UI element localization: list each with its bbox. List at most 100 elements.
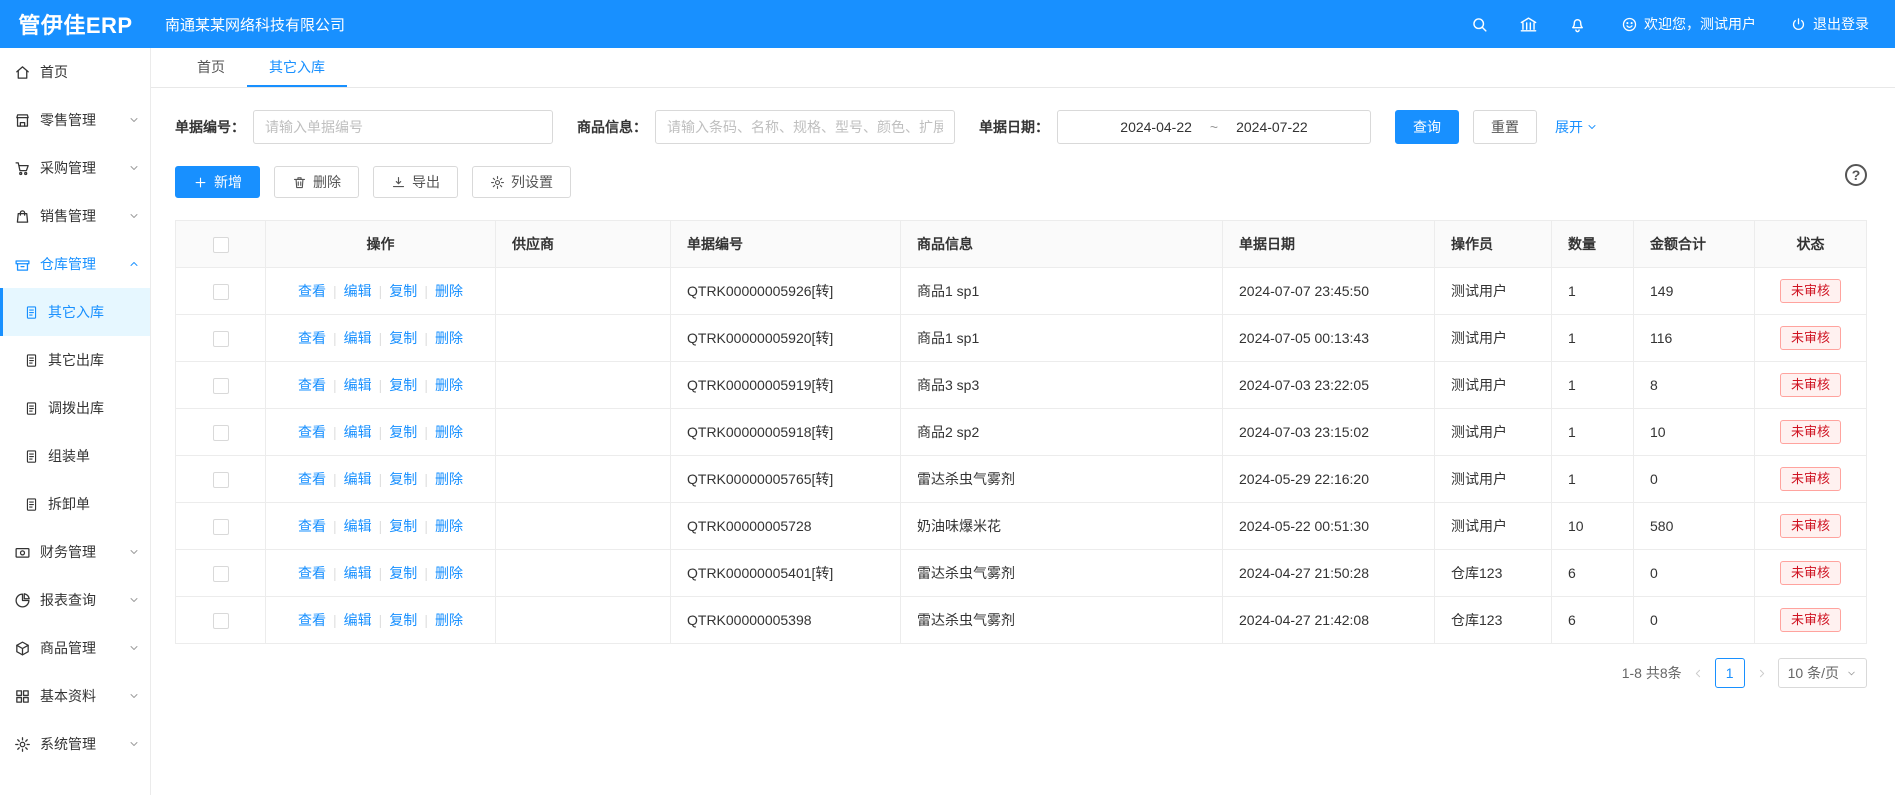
export-button[interactable]: 导出 [373, 166, 458, 198]
sidebar-item-label: 系统管理 [40, 734, 96, 754]
row-action-edit[interactable]: 编辑 [344, 612, 372, 628]
row-checkbox[interactable] [213, 378, 229, 394]
sidebar-subitem-other-out[interactable]: 其它出库 [0, 336, 150, 384]
cell-actions: 查看|编辑|复制|删除 [266, 409, 496, 456]
row-action-view[interactable]: 查看 [298, 377, 326, 393]
row-select-cell [176, 503, 266, 550]
data-table-wrap: 操作供应商单据编号商品信息单据日期操作员数量金额合计状态 查看|编辑|复制|删除… [175, 220, 1867, 644]
row-action-view[interactable]: 查看 [298, 471, 326, 487]
sidebar-item-base[interactable]: 基本资料 [0, 672, 150, 720]
logout-button[interactable]: 退出登录 [1790, 14, 1869, 34]
row-checkbox[interactable] [213, 425, 229, 441]
row-action-edit[interactable]: 编辑 [344, 565, 372, 581]
row-action-delete[interactable]: 删除 [435, 565, 463, 581]
row-checkbox[interactable] [213, 519, 229, 535]
cell-bill-no: QTRK00000005926[转] [671, 268, 901, 315]
page-size-select[interactable]: 10 条/页 [1778, 658, 1867, 688]
row-action-copy[interactable]: 复制 [389, 471, 417, 487]
gear-icon [490, 175, 505, 190]
expand-link[interactable]: 展开 [1555, 117, 1598, 137]
select-all-checkbox[interactable] [213, 237, 229, 253]
row-checkbox[interactable] [213, 613, 229, 629]
row-action-copy[interactable]: 复制 [389, 518, 417, 534]
columns-button[interactable]: 列设置 [472, 166, 571, 198]
row-action-copy[interactable]: 复制 [389, 565, 417, 581]
date-from-value[interactable]: 2024-04-22 [1120, 119, 1192, 135]
row-action-copy[interactable]: 复制 [389, 283, 417, 299]
sidebar-item-finance[interactable]: 财务管理 [0, 528, 150, 576]
row-action-view[interactable]: 查看 [298, 518, 326, 534]
search-button[interactable]: 查询 [1395, 110, 1459, 144]
sidebar-item-label: 采购管理 [40, 158, 96, 178]
row-action-delete[interactable]: 删除 [435, 330, 463, 346]
chevron-down-icon [1846, 668, 1857, 679]
sidebar-item-goods[interactable]: 商品管理 [0, 624, 150, 672]
row-action-delete[interactable]: 删除 [435, 377, 463, 393]
tab-home[interactable]: 首页 [175, 48, 247, 87]
chevron-right-icon[interactable] [1755, 667, 1768, 680]
delete-button[interactable]: 删除 [274, 166, 359, 198]
row-action-edit[interactable]: 编辑 [344, 471, 372, 487]
reset-button[interactable]: 重置 [1473, 110, 1537, 144]
doc-icon [24, 449, 39, 464]
row-action-copy[interactable]: 复制 [389, 612, 417, 628]
sidebar-item-report[interactable]: 报表查询 [0, 576, 150, 624]
row-action-view[interactable]: 查看 [298, 330, 326, 346]
doc-icon [24, 353, 39, 368]
row-action-view[interactable]: 查看 [298, 565, 326, 581]
sidebar-subitem-allot-out[interactable]: 调拨出库 [0, 384, 150, 432]
row-action-copy[interactable]: 复制 [389, 330, 417, 346]
welcome-text: 欢迎您，测试用户 [1644, 14, 1756, 34]
welcome-user[interactable]: 欢迎您，测试用户 [1621, 14, 1756, 34]
sidebar-subitem-assemble[interactable]: 组装单 [0, 432, 150, 480]
bill-no-input[interactable] [253, 110, 553, 144]
sidebar-subitem-other-in[interactable]: 其它入库 [0, 288, 150, 336]
action-separator: | [333, 612, 337, 628]
row-action-view[interactable]: 查看 [298, 283, 326, 299]
delete-button-label: 删除 [313, 172, 341, 192]
tab-other-in[interactable]: 其它入库 [247, 48, 347, 87]
date-to-value[interactable]: 2024-07-22 [1236, 119, 1308, 135]
row-action-copy[interactable]: 复制 [389, 424, 417, 440]
row-checkbox[interactable] [213, 331, 229, 347]
sidebar-item-system[interactable]: 系统管理 [0, 720, 150, 768]
row-checkbox[interactable] [213, 284, 229, 300]
cell-bill-no: QTRK00000005920[转] [671, 315, 901, 362]
sidebar-item-warehouse[interactable]: 仓库管理 [0, 240, 150, 288]
row-action-edit[interactable]: 编辑 [344, 330, 372, 346]
row-checkbox[interactable] [213, 472, 229, 488]
add-button[interactable]: 新增 [175, 166, 260, 198]
sidebar-item-home[interactable]: 首页 [0, 48, 150, 96]
row-action-edit[interactable]: 编辑 [344, 518, 372, 534]
row-action-delete[interactable]: 删除 [435, 471, 463, 487]
row-action-edit[interactable]: 编辑 [344, 283, 372, 299]
row-action-view[interactable]: 查看 [298, 612, 326, 628]
row-action-view[interactable]: 查看 [298, 424, 326, 440]
product-input[interactable] [655, 110, 955, 144]
row-action-edit[interactable]: 编辑 [344, 377, 372, 393]
sidebar-item-sales[interactable]: 销售管理 [0, 192, 150, 240]
row-checkbox[interactable] [213, 566, 229, 582]
row-action-delete[interactable]: 删除 [435, 283, 463, 299]
col-header-status: 状态 [1755, 221, 1867, 268]
row-action-delete[interactable]: 删除 [435, 518, 463, 534]
row-action-edit[interactable]: 编辑 [344, 424, 372, 440]
sidebar-subitem-disassemble[interactable]: 拆卸单 [0, 480, 150, 528]
bell-icon[interactable] [1568, 15, 1587, 34]
sidebar-item-purchase[interactable]: 采购管理 [0, 144, 150, 192]
sidebar-item-retail[interactable]: 零售管理 [0, 96, 150, 144]
toolbar: 新增 删除 导出 列设置 ? [175, 166, 1867, 198]
chevron-down-icon [128, 594, 140, 606]
bank-icon[interactable] [1519, 15, 1538, 34]
row-action-delete[interactable]: 删除 [435, 424, 463, 440]
search-icon[interactable] [1470, 15, 1489, 34]
date-range-picker[interactable]: 2024-04-22 ~ 2024-07-22 [1057, 110, 1371, 144]
pagination-page-1[interactable]: 1 [1715, 658, 1745, 688]
row-action-delete[interactable]: 删除 [435, 612, 463, 628]
action-separator: | [333, 565, 337, 581]
chevron-left-icon[interactable] [1692, 667, 1705, 680]
action-separator: | [379, 424, 383, 440]
help-icon[interactable]: ? [1845, 164, 1867, 186]
sidebar-subitem-label: 其它入库 [48, 302, 104, 322]
row-action-copy[interactable]: 复制 [389, 377, 417, 393]
